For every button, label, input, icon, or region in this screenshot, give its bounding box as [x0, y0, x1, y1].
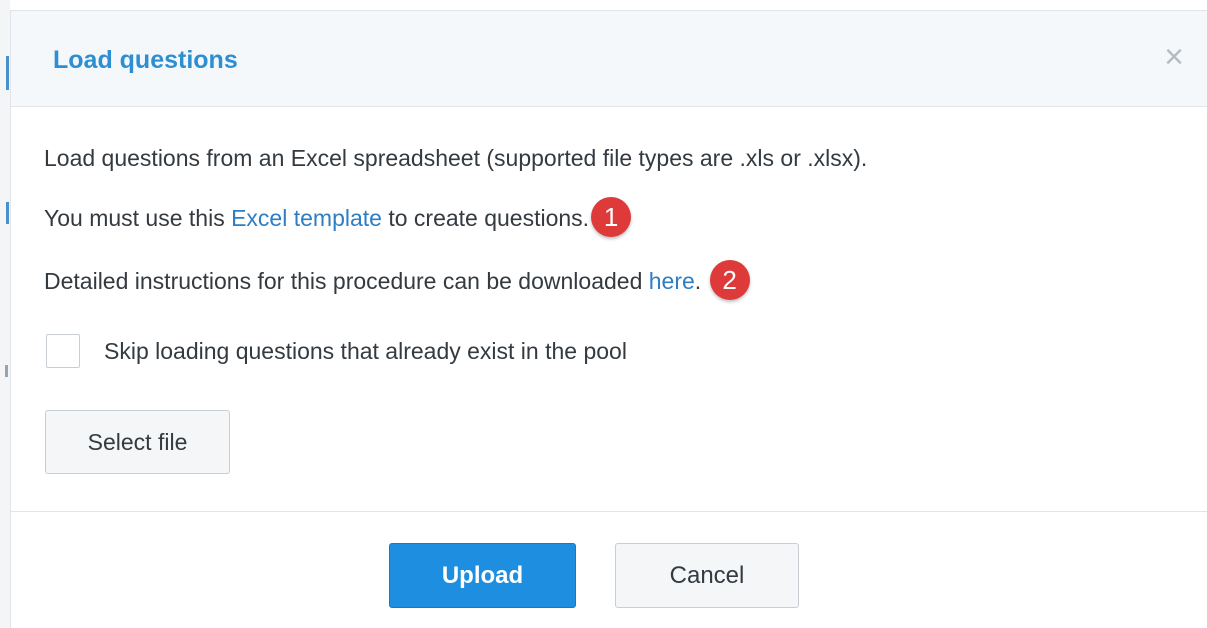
instructions-line-prefix: Detailed instructions for this procedure… — [44, 268, 649, 295]
skip-existing-label[interactable]: Skip loading questions that already exis… — [104, 336, 627, 366]
skip-existing-checkbox[interactable] — [46, 334, 80, 368]
close-icon[interactable]: × — [1159, 40, 1189, 74]
select-file-button[interactable]: Select file — [45, 410, 230, 474]
upload-button[interactable]: Upload — [389, 543, 576, 608]
footer-divider — [11, 511, 1207, 512]
template-line-prefix: You must use this — [44, 205, 232, 232]
intro-text: Load questions from an Excel spreadsheet… — [44, 145, 868, 171]
page: Load questions × Load questions from an … — [0, 0, 1207, 628]
instructions-download-link[interactable]: here — [649, 268, 695, 294]
load-questions-dialog: Load questions × Load questions from an … — [10, 10, 1207, 628]
dialog-title: Load questions — [53, 46, 238, 74]
skip-existing-option: Skip loading questions that already exis… — [46, 333, 627, 369]
template-line-suffix: to create questions. — [381, 205, 590, 232]
background-accent-mark — [6, 202, 9, 224]
instructions-line-suffix: . — [694, 268, 702, 295]
annotation-badge-2: 2 — [709, 260, 750, 300]
background-accent-mark — [6, 56, 9, 90]
template-line: You must use this Excel template to crea… — [44, 197, 632, 237]
cancel-button[interactable]: Cancel — [615, 543, 799, 608]
excel-template-link[interactable]: Excel template — [231, 205, 382, 231]
annotation-badge-1: 1 — [591, 197, 632, 237]
instructions-line: Detailed instructions for this procedure… — [44, 260, 750, 300]
dialog-header: Load questions × — [11, 11, 1207, 107]
background-accent-mark — [5, 365, 8, 377]
background-page-edge — [0, 0, 10, 628]
